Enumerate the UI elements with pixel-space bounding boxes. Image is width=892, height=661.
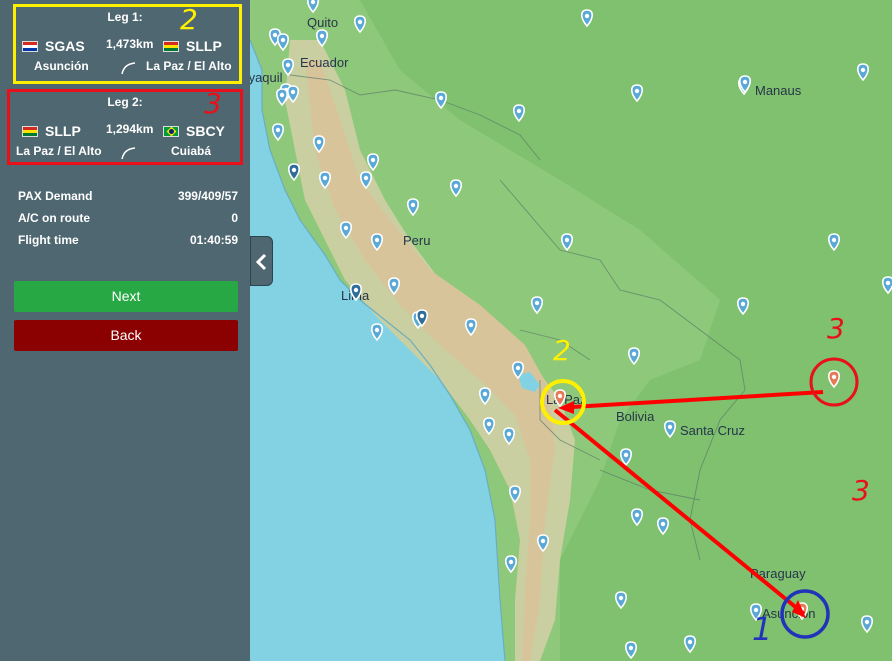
map-label-bolivia: Bolivia [616,409,655,424]
back-button[interactable]: Back [14,320,238,351]
stat-value: 399/409/57 [177,189,238,203]
collapse-sidebar-button[interactable] [250,236,273,286]
map-label-manaus: Manaus [755,83,802,98]
stat-flight-time: Flight time 01:40:59 [18,233,238,247]
next-button[interactable]: Next [14,281,238,312]
annotation-number-lapaz: 2 [553,334,571,367]
stat-pax-demand: PAX Demand 399/409/57 [18,189,238,203]
stat-label: PAX Demand [18,189,93,203]
annotation-number-leg1: 2 [180,3,198,36]
annotation-number-cuiaba-2: 3 [852,474,870,507]
stat-value: 01:40:59 [189,233,238,247]
annotation-number-leg2: 3 [204,87,222,120]
annotation-number-asuncion: 1 [752,610,772,648]
map-label-peru: Peru [403,233,430,248]
annotation-box-leg1 [13,4,242,84]
map-label-santacruz: Santa Cruz [680,423,745,438]
map-label-quito: Quito [307,15,338,30]
stat-label: Flight time [18,233,79,247]
annotation-number-cuiaba: 3 [827,312,845,345]
map-label-ecuador: Ecuador [300,55,349,70]
chevron-left-icon [255,253,267,271]
stat-value: 0 [231,211,238,225]
stat-label: A/C on route [18,211,90,225]
stat-ac-on-route: A/C on route 0 [18,211,238,225]
